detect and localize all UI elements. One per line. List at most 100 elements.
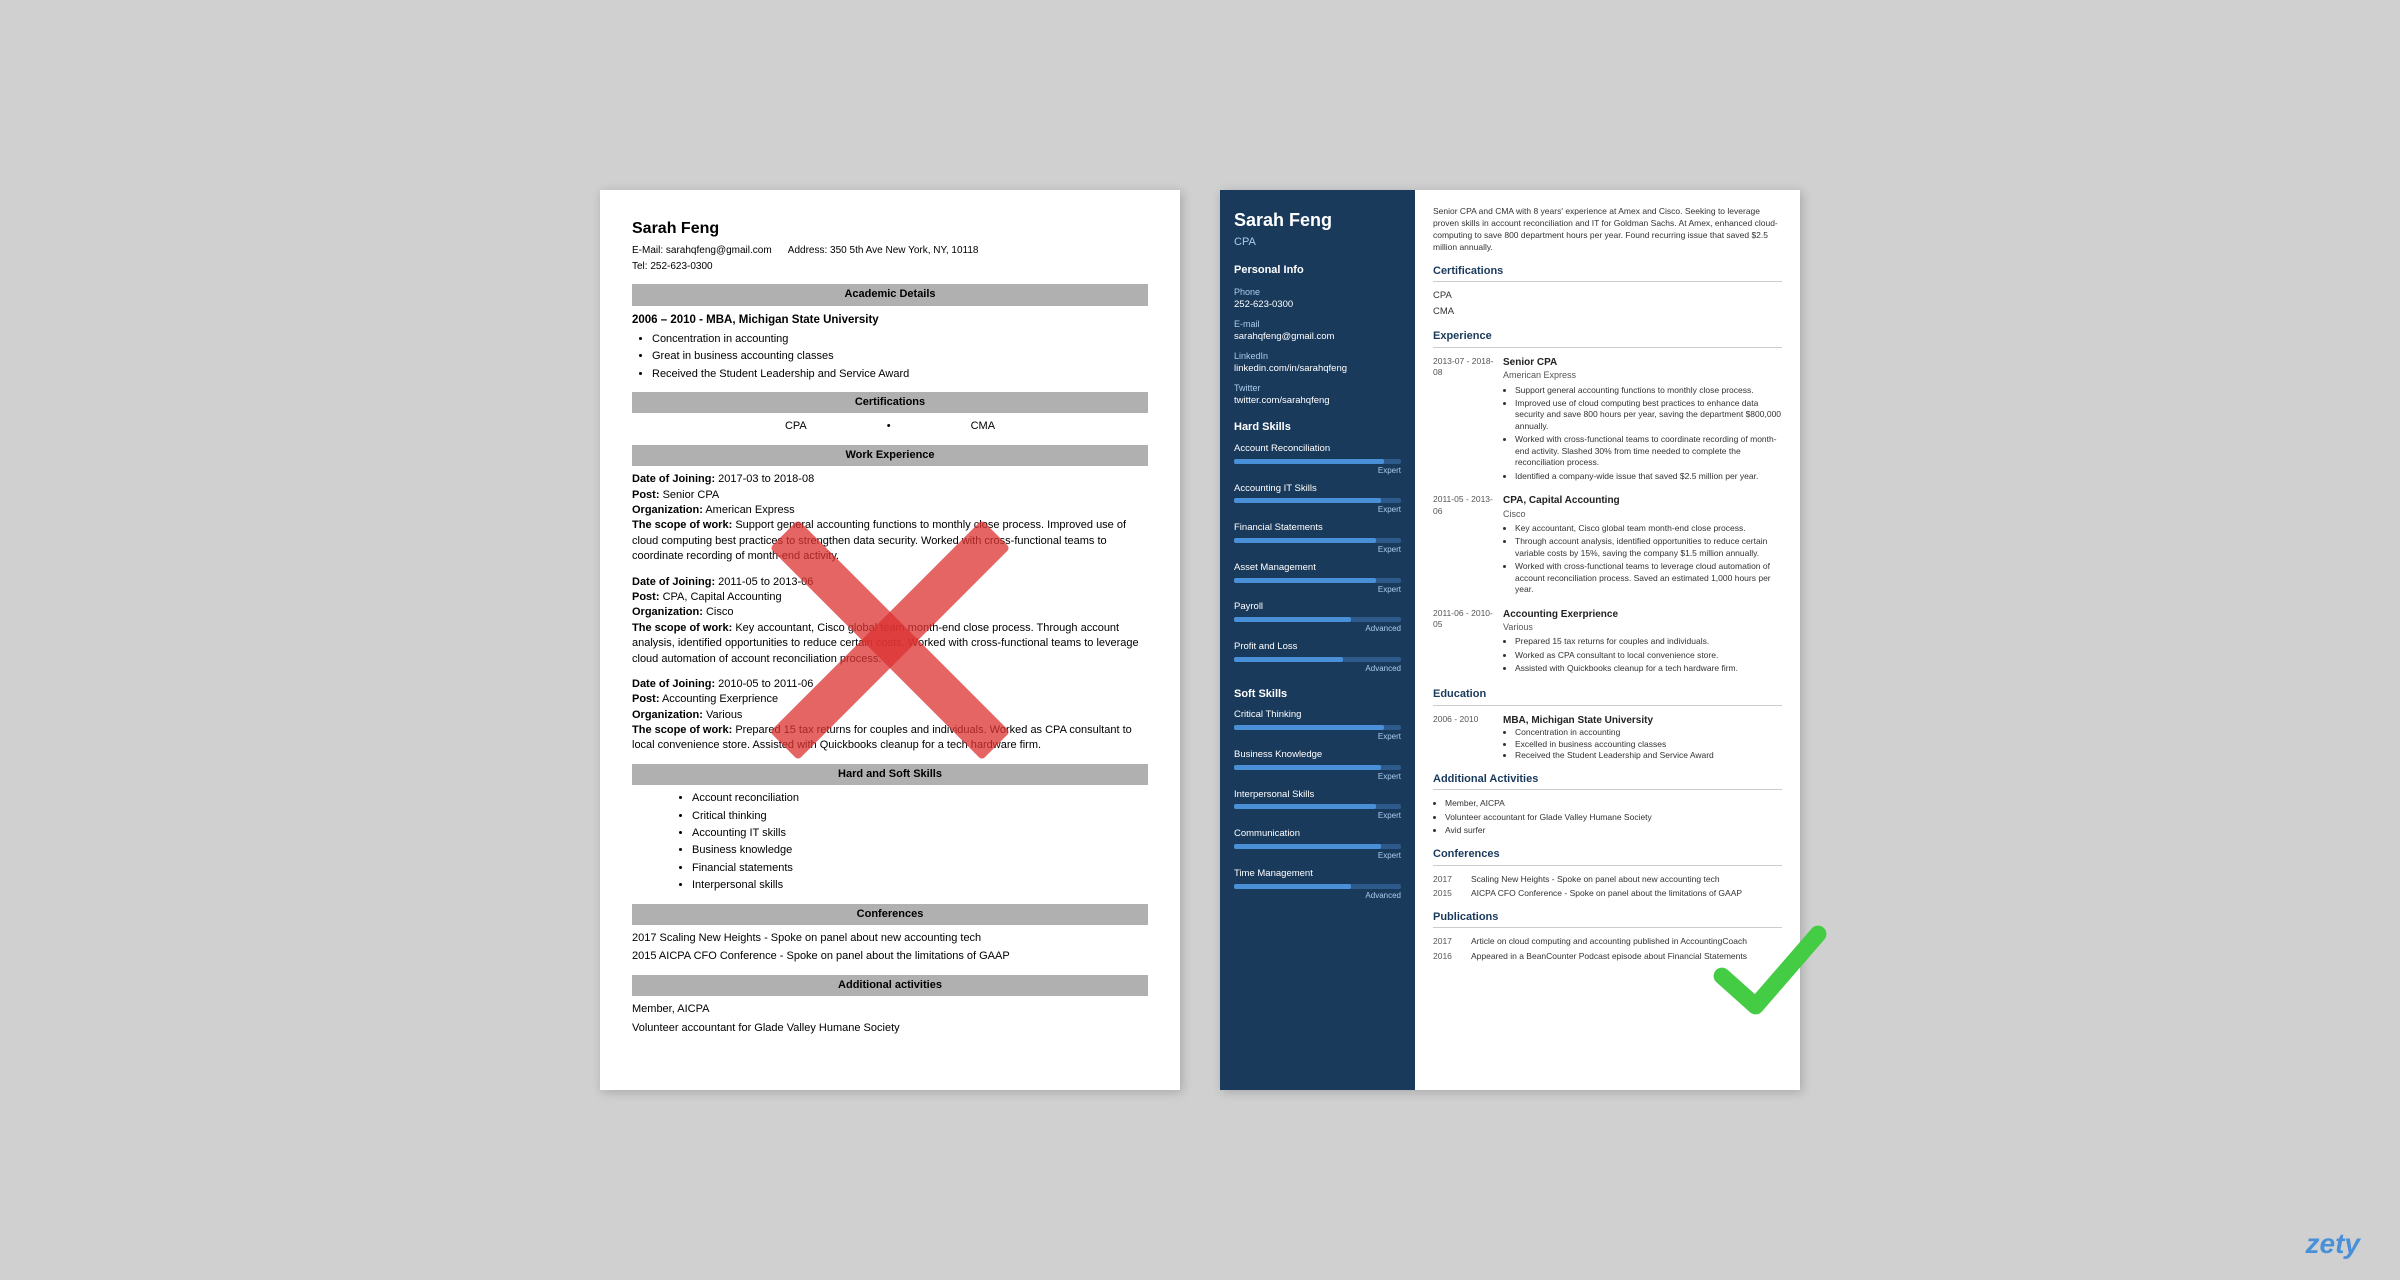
right-conf-1: 2017 Scaling New Heights - Spoke on pane…	[1433, 874, 1782, 885]
certs-row: CPA • CMA	[632, 419, 1148, 434]
work1-org-label: Organization:	[632, 504, 703, 516]
work-header: Work Experience	[632, 445, 1148, 466]
exp3-company: Various	[1503, 621, 1782, 633]
act-b1: Member, AICPA	[1445, 798, 1782, 809]
soft-skill-4-level: Expert	[1234, 851, 1401, 862]
edu1-b2: Excelled in business accounting classes	[1515, 739, 1782, 750]
work3-date-label: Date of Joining:	[632, 678, 715, 690]
soft-skill-1-name: Critical Thinking	[1234, 709, 1401, 722]
work1-post-label: Post:	[632, 489, 660, 501]
right-name: Sarah Feng	[1234, 210, 1401, 232]
phone-label: Phone	[1234, 286, 1401, 298]
left-email-line: E-Mail: sarahqfeng@gmail.com Address: 35…	[632, 244, 1148, 258]
work1-post-line: Post: Senior CPA	[632, 488, 1148, 503]
skills-header: Hard and Soft Skills	[632, 764, 1148, 785]
skills-list: Account reconciliation Critical thinking…	[632, 791, 1148, 893]
work-entry-2: Date of Joining: 2011-05 to 2013-06 Post…	[632, 575, 1148, 667]
work1-post: Senior CPA	[663, 489, 720, 501]
soft-skill-1-level: Expert	[1234, 732, 1401, 743]
exp2-right: CPA, Capital Accounting Cisco Key accoun…	[1503, 494, 1782, 595]
academic-bullet-3: Received the Student Leadership and Serv…	[652, 367, 1148, 382]
exp2-b3: Worked with cross-functional teams to le…	[1515, 561, 1782, 595]
exp-entry-2: 2011-05 - 2013-06 CPA, Capital Accountin…	[1433, 494, 1782, 597]
academic-bullet-1: Concentration in accounting	[652, 332, 1148, 347]
exp2-b1: Key accountant, Cisco global team month-…	[1515, 523, 1782, 534]
work3-post-label: Post:	[632, 693, 660, 705]
edu1-dates: 2006 - 2010	[1433, 714, 1498, 725]
hard-skill-5-level: Advanced	[1234, 624, 1401, 635]
exp1-title: Senior CPA	[1503, 356, 1782, 370]
email-value-r: sarahqfeng@gmail.com	[1234, 331, 1401, 344]
work1-date-line: Date of Joining: 2017-03 to 2018-08	[632, 472, 1148, 487]
exp1-company: American Express	[1503, 369, 1782, 381]
skill-2: Critical thinking	[692, 809, 1148, 824]
address-label: Address:	[788, 245, 827, 256]
edu1-right: MBA, Michigan State University Concentra…	[1503, 714, 1782, 762]
pub2-year: 2016	[1433, 951, 1463, 962]
pub1-text: Article on cloud computing and accountin…	[1471, 936, 1747, 947]
skill-4: Business knowledge	[692, 843, 1148, 858]
conf-2: 2015 AICPA CFO Conference - Spoke on pan…	[632, 949, 1148, 964]
soft-skill-5-bar-fill	[1234, 884, 1351, 889]
hard-skill-1-bar-bg	[1234, 459, 1401, 464]
work1-date-label: Date of Joining:	[632, 473, 715, 485]
soft-skill-1-bar-fill	[1234, 725, 1384, 730]
hard-skill-3-name: Financial Statements	[1234, 522, 1401, 535]
work1-scope-label: The scope of work:	[632, 519, 732, 531]
exp1-b2: Improved use of cloud computing best pra…	[1515, 398, 1782, 432]
exp2-company: Cisco	[1503, 508, 1782, 520]
soft-skills-title: Soft Skills	[1234, 687, 1401, 702]
hard-skill-6-bar-bg	[1234, 657, 1401, 662]
phone-value: 252-623-0300	[1234, 299, 1401, 312]
hard-skill-2-bar-fill	[1234, 498, 1381, 503]
work2-date-label: Date of Joining:	[632, 576, 715, 588]
work2-post: CPA, Capital Accounting	[663, 591, 782, 603]
twitter-value: twitter.com/sarahqfeng	[1234, 395, 1401, 408]
soft-skill-1-bar-bg	[1234, 725, 1401, 730]
hard-skill-1: Account Reconciliation Expert	[1234, 443, 1401, 477]
skill-1: Account reconciliation	[692, 791, 1148, 806]
exp1-bullets: Support general accounting functions to …	[1503, 385, 1782, 483]
additional-section-title: Additional Activities	[1433, 772, 1782, 791]
exp3-b1: Prepared 15 tax returns for couples and …	[1515, 636, 1782, 647]
email-label-r: E-mail	[1234, 318, 1401, 330]
hard-skill-5: Payroll Advanced	[1234, 601, 1401, 635]
act-b2: Volunteer accountant for Glade Valley Hu…	[1445, 812, 1782, 823]
work3-org-line: Organization: Various	[632, 708, 1148, 723]
tel-label: Tel:	[632, 261, 648, 272]
conf2-year: 2015	[1433, 888, 1463, 899]
linkedin-label: LinkedIn	[1234, 350, 1401, 362]
exp-entry-1: 2013-07 - 2018-08 Senior CPA American Ex…	[1433, 356, 1782, 484]
hard-skill-6-name: Profit and Loss	[1234, 641, 1401, 654]
additional-2: Volunteer accountant for Glade Valley Hu…	[632, 1021, 1148, 1036]
personal-info-title: Personal Info	[1234, 263, 1401, 278]
hard-skill-2-name: Accounting IT Skills	[1234, 483, 1401, 496]
soft-skill-4-bar-bg	[1234, 844, 1401, 849]
academic-header: Academic Details	[632, 284, 1148, 305]
work2-post-line: Post: CPA, Capital Accounting	[632, 590, 1148, 605]
cert-dot: •	[887, 419, 891, 434]
soft-skill-5-bar-bg	[1234, 884, 1401, 889]
exp3-title: Accounting Exerprience	[1503, 608, 1782, 622]
academic-bullets: Concentration in accounting Great in bus…	[632, 332, 1148, 382]
soft-skill-5-level: Advanced	[1234, 891, 1401, 902]
soft-skill-5-name: Time Management	[1234, 868, 1401, 881]
hard-skill-4-bar-fill	[1234, 578, 1376, 583]
additional-header: Additional activities	[632, 975, 1148, 996]
exp3-bullets: Prepared 15 tax returns for couples and …	[1503, 636, 1782, 674]
conf1-year: 2017	[1433, 874, 1463, 885]
conf2-text: AICPA CFO Conference - Spoke on panel ab…	[1471, 888, 1742, 899]
work2-post-label: Post:	[632, 591, 660, 603]
page-container: Sarah Feng E-Mail: sarahqfeng@gmail.com …	[0, 0, 2400, 1280]
hard-skill-1-name: Account Reconciliation	[1234, 443, 1401, 456]
hard-skill-3-bar-fill	[1234, 538, 1376, 543]
hard-skill-4-bar-bg	[1234, 578, 1401, 583]
soft-skill-2: Business Knowledge Expert	[1234, 749, 1401, 783]
certs-section-title: Certifications	[1433, 264, 1782, 283]
work1-scope: The scope of work: Support general accou…	[632, 518, 1148, 564]
conf-1: 2017 Scaling New Heights - Spoke on pane…	[632, 931, 1148, 946]
hard-skill-6-level: Advanced	[1234, 664, 1401, 675]
skill-5: Financial statements	[692, 861, 1148, 876]
soft-skill-4: Communication Expert	[1234, 828, 1401, 862]
zety-watermark: zety	[2306, 1228, 2360, 1260]
